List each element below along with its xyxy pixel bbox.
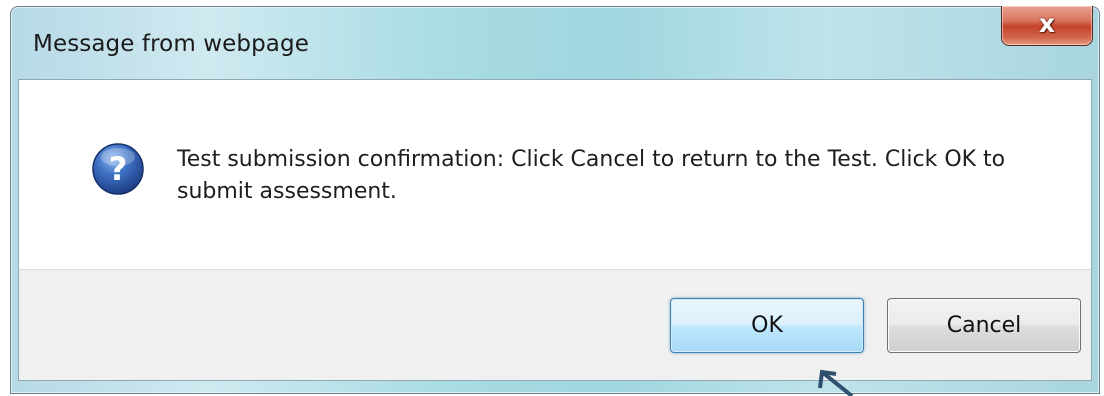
message-text: Test submission confirmation: Click Canc… <box>177 147 1006 204</box>
ok-button[interactable]: OK <box>670 298 864 353</box>
question-mark-icon: ? <box>92 143 144 195</box>
message-area: ? Test submission confirmation: Click Ca… <box>18 79 1092 270</box>
close-x-icon: x <box>1038 9 1056 38</box>
button-bar: OK Cancel <box>18 269 1092 381</box>
title-bar[interactable]: Message from webpage x <box>11 6 1099 79</box>
cancel-button[interactable]: Cancel <box>887 298 1081 353</box>
close-button[interactable]: x <box>1001 6 1093 46</box>
message-dialog: Message from webpage x ? Test submission… <box>10 6 1100 394</box>
svg-text:?: ? <box>109 150 128 188</box>
annotation-arrow-icon <box>818 369 854 396</box>
dialog-title: Message from webpage <box>33 31 309 57</box>
